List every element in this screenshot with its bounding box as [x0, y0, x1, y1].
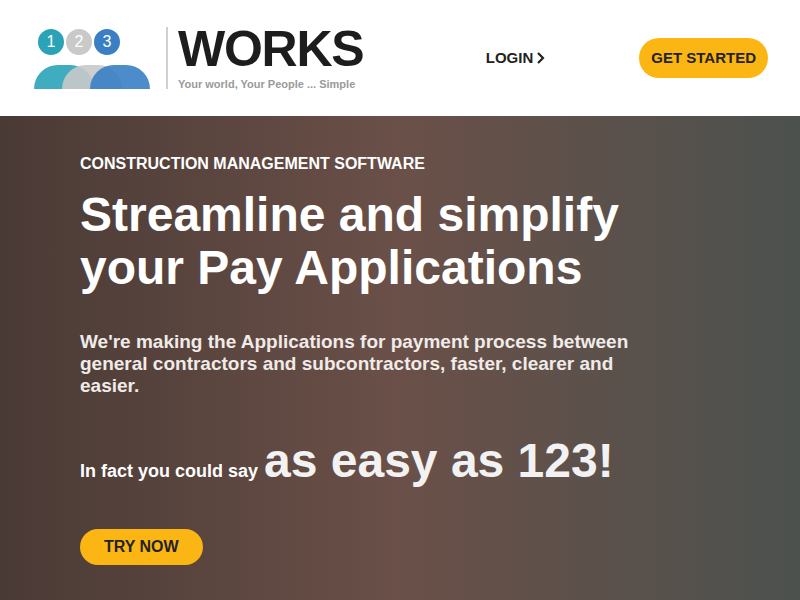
logo-number: 2 — [64, 27, 94, 57]
hero-subtitle: We're making the Applications for paymen… — [80, 331, 670, 397]
hero-lead: In fact you could sayas easy as 123! — [80, 433, 760, 489]
hero-eyebrow: CONSTRUCTION MANAGEMENT SOFTWARE — [80, 154, 760, 174]
hero: CONSTRUCTION MANAGEMENT SOFTWARE Streamli… — [0, 116, 800, 600]
hero-highlight: as easy as 123! — [264, 433, 614, 489]
people-icon: 123 — [36, 27, 156, 89]
page: 123 WORKS Your world, Your People ... Simp… — [0, 0, 800, 600]
try-now-button[interactable]: TRY NOW — [80, 529, 203, 565]
header: 123 WORKS Your world, Your People ... Simp… — [0, 0, 800, 116]
hero-title: Streamline and simplifyyour Pay Applicat… — [80, 188, 760, 294]
logo-number: 3 — [92, 27, 122, 57]
get-started-button[interactable]: GET STARTED — [639, 38, 768, 79]
logo-tagline: Your world, Your People ... Simple — [178, 76, 363, 93]
chevron-right-icon — [535, 51, 547, 65]
logo[interactable]: 123 WORKS Your world, Your People ... Simp… — [36, 24, 363, 93]
login-link[interactable]: LOGIN — [486, 47, 548, 70]
logo-name: WORKS — [178, 24, 363, 74]
logo-number: 1 — [36, 27, 66, 57]
